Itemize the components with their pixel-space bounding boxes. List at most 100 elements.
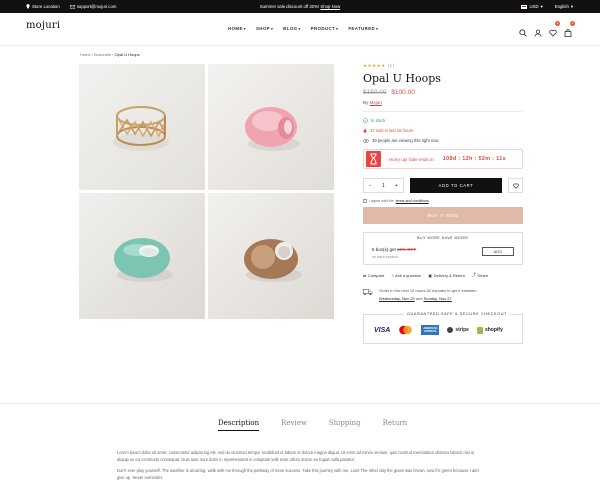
secure-checkout-title: GUARANTEED SAFE & SECURE CHECKOUT — [404, 312, 510, 316]
old-price: $150.00 — [363, 89, 387, 96]
main-nav: HOME▾ SHOP▾ BLOG▾ PRODUCT▾ FEATURED▾ — [228, 26, 378, 31]
flame-icon — [363, 128, 367, 133]
chevron-down-icon: ▾ — [298, 27, 301, 31]
buy-it-now-button[interactable]: BUY IT NOW — [363, 207, 523, 224]
bundle-add-button[interactable]: ADD — [482, 247, 514, 256]
tab-description[interactable]: Description — [218, 419, 260, 431]
vendor-link[interactable]: Mojuri — [370, 100, 382, 105]
heart-icon — [549, 29, 557, 37]
tab-shipping[interactable]: Shipping — [329, 419, 361, 431]
tab-review[interactable]: Review — [281, 419, 307, 431]
product-image-turquoise-ring[interactable] — [79, 193, 205, 319]
account-button[interactable] — [534, 24, 542, 37]
wishlist-count-badge: 0 — [555, 21, 560, 26]
bundle-offer: BUY MORE SAVE MORE! 5 box(s) get 10% OFF… — [363, 232, 523, 265]
search-icon — [519, 29, 527, 37]
check-circle-icon — [363, 118, 368, 123]
delivery-return-button[interactable]: ▣ Delivery & Return — [428, 272, 465, 278]
description-content: Lorem ipsum dolor sit amet, consectetur … — [117, 449, 487, 485]
share-icon: ⤴ — [471, 272, 476, 277]
hourglass-icon — [366, 151, 381, 167]
cart-button[interactable]: 0 — [564, 21, 575, 38]
countdown-value: 108d : 12h : 52m : 11s — [442, 156, 506, 162]
vendor-line: By Mojuri — [363, 100, 382, 105]
chevron-down-icon: ▾ — [271, 27, 274, 31]
add-to-cart-button[interactable]: ADD TO CART — [409, 178, 503, 193]
sale-label: Hurry up! Sale ends in: — [389, 156, 435, 162]
delivery-start-date: Wednesday, Nov 23 — [379, 296, 415, 301]
rating-stars[interactable]: ★★★★★ (1) — [363, 63, 523, 69]
sold-count: 37 sold in last 18 hours — [363, 128, 523, 133]
stock-status: In stock — [363, 118, 523, 123]
breadcrumb-current: Opal U Hoops — [114, 52, 140, 57]
share-button[interactable]: ⤴ Share — [472, 272, 488, 278]
chevron-down-icon: ▾ — [540, 3, 543, 9]
site-logo[interactable]: mojuri — [26, 20, 60, 31]
turquoise-dome-ring-image — [114, 238, 173, 282]
nav-item-blog[interactable]: BLOG▾ — [283, 26, 300, 31]
language-selector[interactable]: English ▾ — [555, 4, 573, 10]
truck-icon — [363, 289, 373, 296]
language-label: English — [554, 4, 569, 9]
bundle-title: BUY MORE SAVE MORE! — [417, 236, 469, 240]
product-title: Opal U Hoops — [363, 72, 441, 85]
mastercard-logo: mastercard — [398, 325, 413, 335]
product-gallery — [79, 64, 334, 319]
stripe-logo: stripe — [447, 325, 469, 335]
currency-selector[interactable]: USD ▾ — [521, 3, 543, 10]
delivery-estimate: Order in the next 12 hours 52 minutes to… — [363, 288, 523, 301]
description-paragraph: Lorem ipsum dolor sit amet, consectetur … — [117, 450, 475, 462]
promo-banner: Summer sale discount off 30%! Shop Now — [0, 4, 600, 9]
promo-shop-now-link[interactable]: Shop Now — [320, 4, 340, 9]
delivery-end-date: Sunday, Nov 27 — [423, 296, 452, 301]
currency-label: USD — [529, 4, 539, 9]
search-button[interactable] — [519, 24, 527, 37]
chevron-down-icon: ▾ — [243, 27, 246, 31]
main-header: mojuri HOME▾ SHOP▾ BLOG▾ PRODUCT▾ FEATUR… — [0, 13, 600, 46]
question-icon: ? — [391, 272, 394, 278]
product-tabs: Description Review Shipping Return — [218, 419, 407, 431]
product-image-brown-ring[interactable] — [208, 193, 334, 319]
quantity-stepper[interactable]: − 1 + — [363, 178, 404, 193]
sale-countdown: Hurry up! Sale ends in: 108d : 12h : 52m… — [363, 149, 523, 169]
breadcrumb: Home › Bracelets › Opal U Hoops — [80, 52, 140, 57]
plus-icon[interactable]: + — [395, 183, 398, 189]
bundle-offer-text: 5 box(s) get 10% OFF — [372, 247, 417, 252]
nav-item-shop[interactable]: SHOP▾ — [256, 26, 273, 31]
us-flag-icon — [521, 4, 528, 9]
brown-marbled-ring-image — [244, 239, 302, 282]
terms-link[interactable]: terms and conditions — [396, 199, 429, 203]
promo-text: Summer sale discount off 30%! — [259, 4, 320, 9]
terms-checkbox[interactable] — [363, 199, 367, 203]
divider — [363, 111, 523, 112]
tab-return[interactable]: Return — [383, 419, 408, 431]
product-image-gold-ring[interactable] — [79, 64, 205, 190]
sale-price: $100.00 — [391, 89, 415, 96]
nav-item-product[interactable]: PRODUCT▾ — [311, 26, 339, 31]
product-image-pink-ring[interactable] — [208, 64, 334, 190]
price-block: $150.00 $100.00 — [363, 89, 523, 96]
compare-icon: ⇄ — [363, 272, 367, 278]
chevron-down-icon: ▾ — [570, 3, 573, 9]
breadcrumb-bracelets[interactable]: Bracelets — [94, 52, 111, 57]
purchase-row: − 1 + ADD TO CART — [363, 178, 523, 193]
wishlist-button[interactable]: 0 — [549, 21, 560, 37]
bundle-note: on each product — [372, 255, 398, 259]
secure-checkout-box: GUARANTEED SAFE & SECURE CHECKOUT VISA m… — [363, 312, 523, 344]
breadcrumb-home[interactable]: Home — [80, 52, 91, 57]
shopping-bag-icon — [564, 29, 572, 38]
add-to-wishlist-button[interactable] — [508, 178, 523, 193]
nav-item-featured[interactable]: FEATURED▾ — [348, 26, 378, 31]
review-count: (1) — [387, 63, 395, 68]
payment-logos: VISA mastercard AMERICAN EXPRESS stripe … — [374, 325, 503, 335]
compare-button[interactable]: ⇄ Compare — [363, 272, 384, 278]
star-icons: ★★★★★ — [363, 63, 386, 68]
terms-agreement: I agree with the terms and conditions — [363, 199, 523, 203]
minus-icon[interactable]: − — [369, 183, 372, 189]
nav-item-home[interactable]: HOME▾ — [228, 26, 246, 31]
ask-question-button[interactable]: ? Ask a question — [391, 272, 421, 278]
quantity-value[interactable]: 1 — [382, 183, 385, 189]
gold-lattice-ring-image — [113, 106, 169, 151]
box-icon: ▣ — [428, 272, 433, 278]
chevron-down-icon: ▾ — [376, 27, 379, 31]
